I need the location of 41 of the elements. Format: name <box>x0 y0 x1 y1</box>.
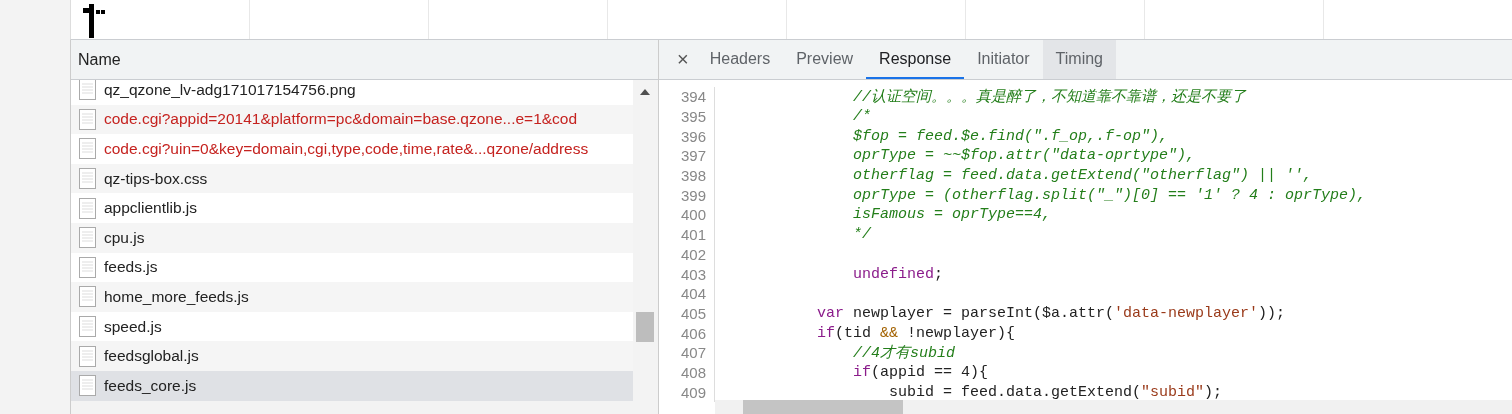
code-line: $fop = feed.$e.find(".f_op,.f-op"), <box>852 127 1169 145</box>
code-line: oprType = ~~$fop.attr("data-oprtype"), <box>852 147 1196 165</box>
file-icon <box>79 80 96 101</box>
code-line: var newplayer = parseInt($a.attr('data-newplayer')); <box>816 304 1286 322</box>
request-row[interactable]: speed.js <box>71 311 633 342</box>
request-row[interactable]: appclientlib.js <box>71 193 633 223</box>
code-line: /* <box>852 108 872 126</box>
tab[interactable]: Headers <box>696 40 784 79</box>
scrollbar-thumb[interactable] <box>743 400 903 414</box>
file-icon <box>79 108 96 130</box>
file-icon <box>79 168 96 190</box>
scroll-up-icon[interactable] <box>640 89 650 95</box>
request-row[interactable]: feeds_core.js <box>71 370 633 401</box>
code-line: subid = feed.data.getExtend("subid"); <box>888 383 1223 401</box>
code-line: otherflag = feed.data.getExtend("otherflag") || '', <box>852 167 1313 185</box>
code-line: //认证空间。。。真是醉了，不知道靠不靠谱，还是不要了 <box>852 87 1247 107</box>
close-button[interactable]: × <box>669 40 697 79</box>
code-line: if(tid && !newplayer){ <box>816 324 1016 342</box>
file-icon <box>79 227 96 249</box>
file-icon <box>79 375 96 397</box>
tab[interactable]: Preview <box>783 40 867 79</box>
code-line: undefined; <box>852 265 944 283</box>
code-line: isFamous = oprType==4, <box>852 206 1052 224</box>
file-icon <box>79 316 96 338</box>
file-icon <box>79 345 96 367</box>
request-row[interactable]: code.cgi?uin=0&key=domain,cgi,type,code,time,rate&...qzone/address <box>71 134 633 164</box>
code-line: */ <box>852 226 872 244</box>
code-line: oprType = (otherflag.split("_")[0] == '1' ? 4 : oprType), <box>852 186 1367 204</box>
file-icon <box>79 197 96 219</box>
request-row[interactable]: qz_qzone_lv-adg171017154756.png <box>71 80 633 105</box>
tab[interactable]: Timing <box>1042 40 1116 79</box>
file-icon <box>79 286 96 308</box>
tab[interactable]: Initiator <box>964 40 1043 79</box>
code-line: //4才有subid <box>852 343 956 363</box>
code-line: if(appid == 4){ <box>852 363 989 381</box>
request-row[interactable]: feeds.js <box>71 252 633 283</box>
file-icon <box>79 138 96 160</box>
scrollbar-thumb[interactable] <box>636 312 654 342</box>
tab[interactable]: Response <box>866 40 965 79</box>
column-header[interactable]: Name <box>78 50 121 69</box>
file-icon <box>79 256 96 278</box>
